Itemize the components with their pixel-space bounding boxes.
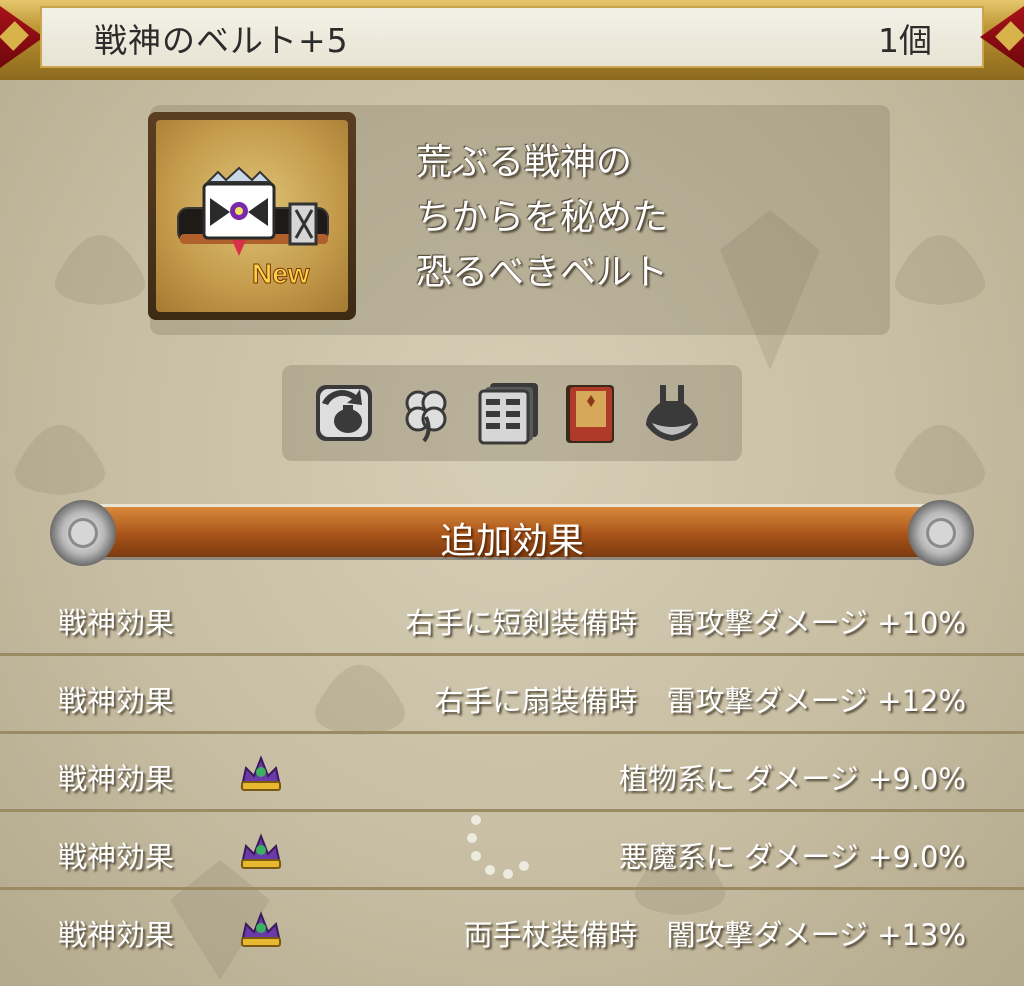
red-book-icon[interactable] bbox=[558, 381, 622, 445]
item-description: 荒ぶる戦神の ちからを秘めた 恐るべきベルト bbox=[416, 135, 876, 300]
effect-row: 戦神効果 右手に扇装備時 雷攻撃ダメージ +12% bbox=[0, 656, 1024, 734]
item-header: 戦神のベルト+5 1個 bbox=[0, 0, 1024, 80]
header-right-ornament bbox=[980, 6, 1024, 68]
crown-icon bbox=[240, 833, 282, 869]
effect-row: 戦神効果 両手杖装備時 闇攻撃ダメージ +13% bbox=[0, 890, 1024, 968]
drawer-cabinet-icon[interactable] bbox=[476, 381, 540, 445]
effect-label: 戦神効果 bbox=[58, 762, 175, 796]
equip-icon-bar bbox=[282, 365, 742, 461]
loading-spinner-icon bbox=[467, 815, 529, 879]
effect-label: 戦神効果 bbox=[58, 918, 175, 952]
new-badge: New bbox=[252, 258, 311, 290]
description-line: ちからを秘めた bbox=[416, 197, 669, 238]
effect-label: 戦神効果 bbox=[58, 840, 175, 874]
header-left-ornament bbox=[0, 6, 44, 68]
effect-text: 右手に扇装備時 雷攻撃ダメージ +12% bbox=[434, 684, 966, 718]
effect-text: 植物系に ダメージ +9.0% bbox=[619, 762, 966, 796]
effect-text: 両手杖装備時 闇攻撃ダメージ +13% bbox=[463, 918, 966, 952]
item-icon-frame[interactable]: New bbox=[148, 112, 356, 320]
item-count: 1個 bbox=[878, 21, 932, 60]
additional-effects-banner: 追加効果 bbox=[50, 500, 974, 566]
crown-icon bbox=[240, 911, 282, 947]
crown-icon bbox=[240, 755, 282, 791]
effect-label: 戦神効果 bbox=[58, 606, 175, 640]
bag-cycle-icon[interactable] bbox=[312, 381, 376, 445]
section-title: 追加効果 bbox=[439, 521, 584, 562]
effect-row: 戦神効果 植物系に ダメージ +9.0% bbox=[0, 734, 1024, 812]
description-line: 恐るべきベルト bbox=[416, 252, 669, 293]
dress-icon[interactable] bbox=[640, 381, 704, 445]
effect-label: 戦神効果 bbox=[58, 684, 175, 718]
clover-icon[interactable] bbox=[394, 381, 458, 445]
item-name: 戦神のベルト+5 bbox=[94, 21, 349, 60]
effects-list: 戦神効果 右手に短剣装備時 雷攻撃ダメージ +10% 戦神効果 右手に扇装備時 … bbox=[0, 578, 1024, 968]
effect-text: 悪魔系に ダメージ +9.0% bbox=[619, 840, 966, 874]
effect-text: 右手に短剣装備時 雷攻撃ダメージ +10% bbox=[405, 606, 966, 640]
description-line: 荒ぶる戦神の bbox=[416, 142, 633, 183]
effect-row: 戦神効果 右手に短剣装備時 雷攻撃ダメージ +10% bbox=[0, 578, 1024, 656]
